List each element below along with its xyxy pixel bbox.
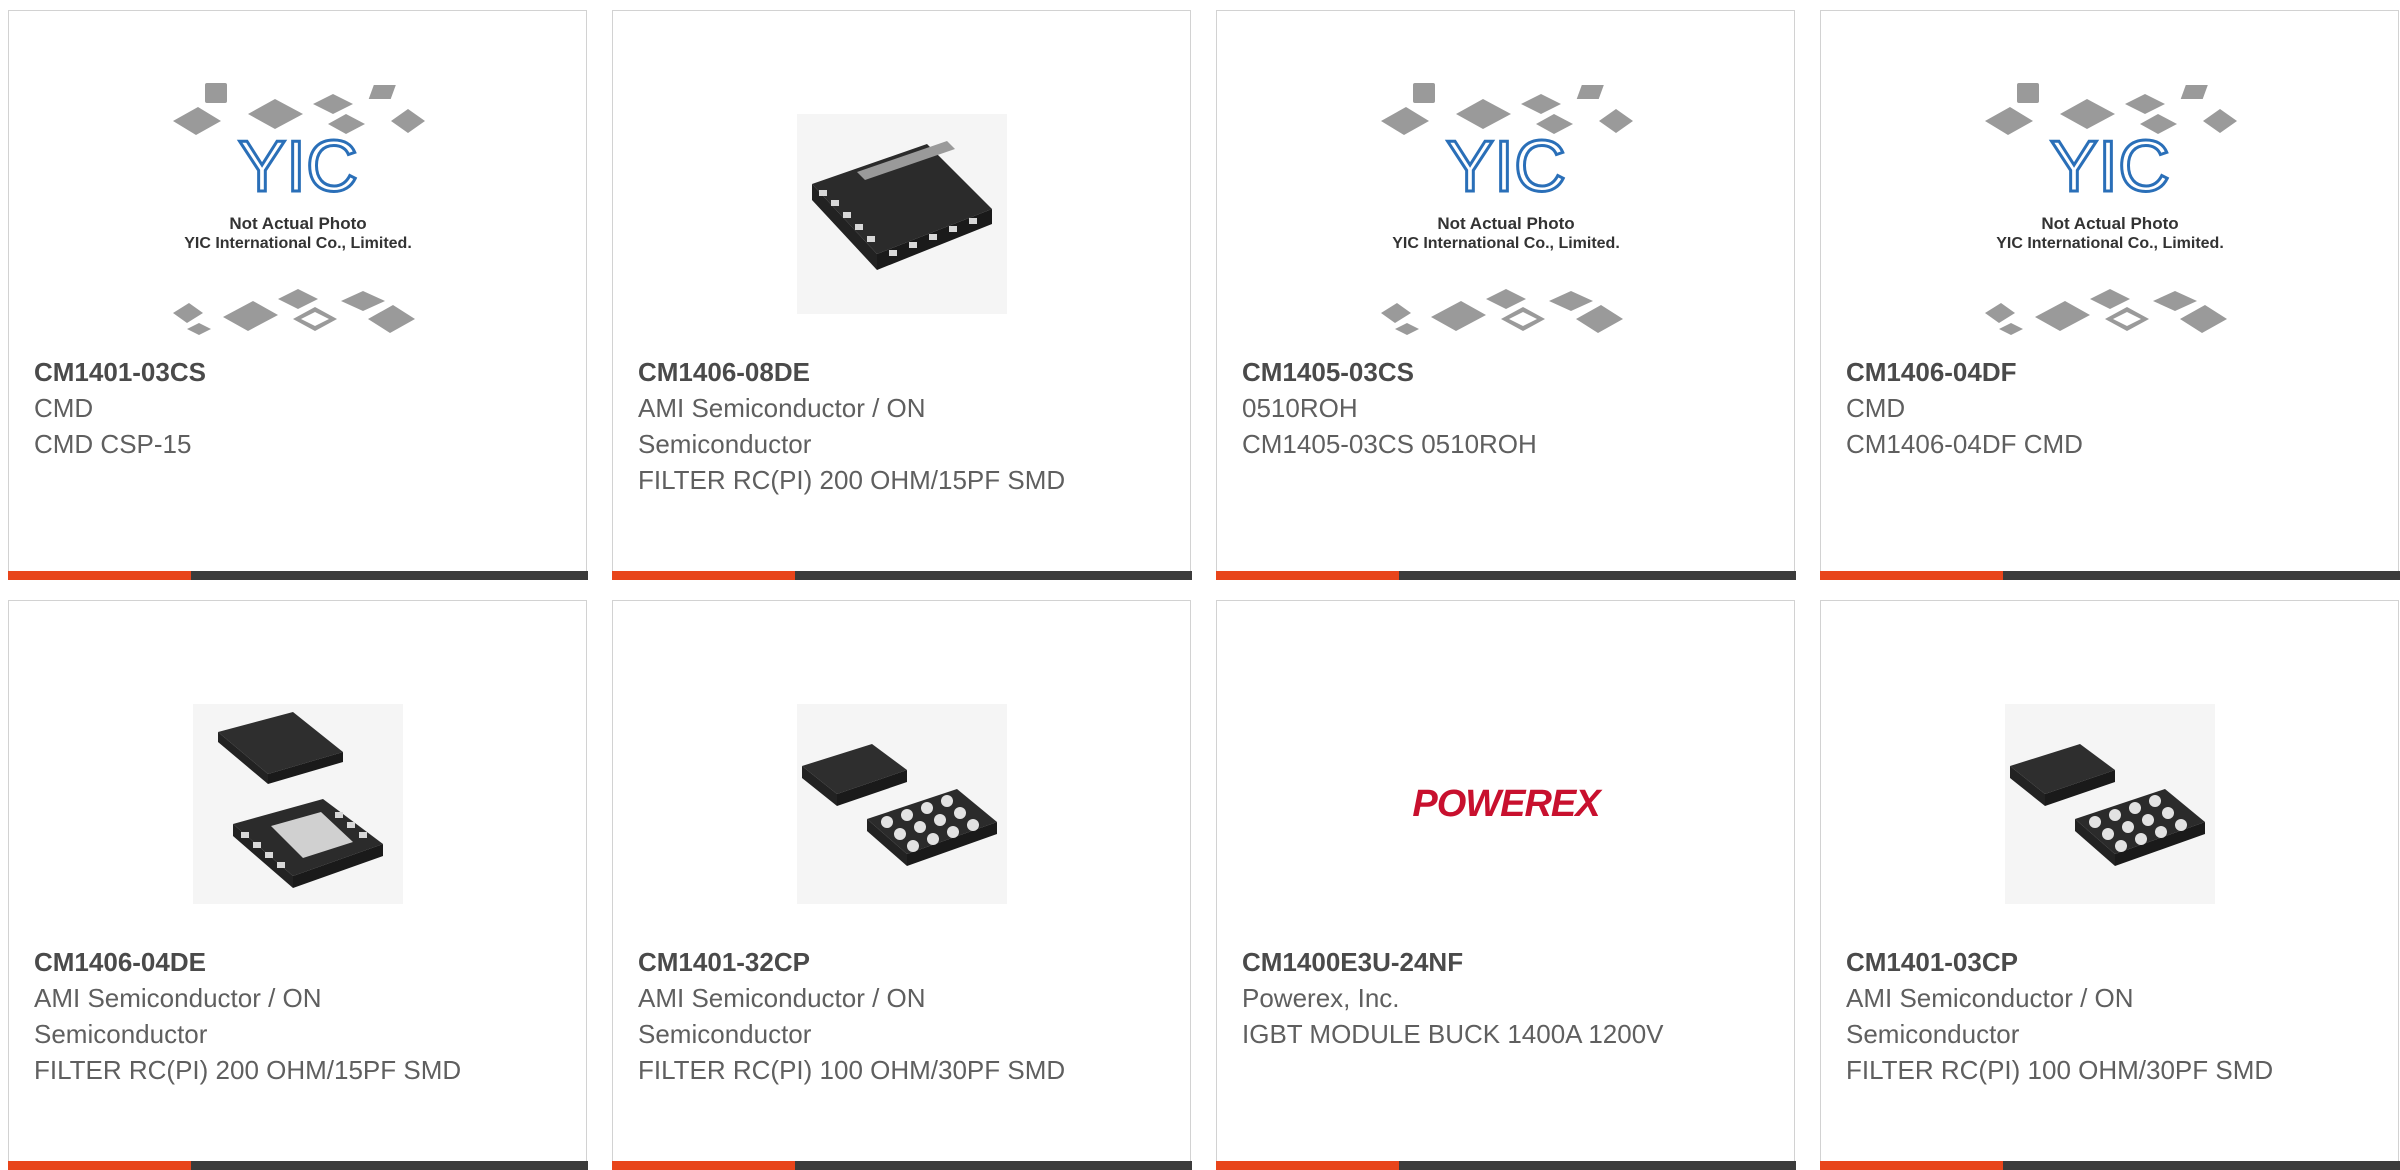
yic-logo-text: YIC [1445,127,1565,207]
description: CMD CSP-15 [34,429,192,459]
description: FILTER RC(PI) 200 OHM/15PF SMD [638,465,1066,495]
not-actual-photo-image[interactable]: YIC Not Actual Photo YIC International C… [9,79,586,349]
product-info: CM1401-03CS CMD CMD CSP-15 [34,354,474,462]
part-number-link[interactable]: CM1401-03CS [34,354,474,390]
description: FILTER RC(PI) 100 OHM/30PF SMD [638,1055,1066,1085]
card-accent-bar [1819,1161,2003,1170]
product-grid: YIC Not Actual Photo YIC International C… [7,10,2400,1170]
product-card[interactable]: CM1401-03CP AMI Semiconductor / ON Semic… [1819,600,2400,1170]
card-accent-bar [611,571,795,580]
card-accent-bar [1215,571,1399,580]
powerex-logo-image[interactable]: POWEREX [1217,669,1794,939]
svg-text:YIC International Co., Limited: YIC International Co., Limited. [184,235,412,252]
manufacturer: AMI Semiconductor / ON Semiconductor [34,983,322,1049]
manufacturer: Powerex, Inc. [1242,983,1400,1013]
card-accent-bar [1819,571,2003,580]
manufacturer: CMD [34,393,94,423]
not-actual-photo-image[interactable]: YIC Not Actual Photo YIC International C… [1217,79,1794,349]
manufacturer: AMI Semiconductor / ON Semiconductor [1846,983,2134,1049]
product-info: CM1406-04DE AMI Semiconductor / ON Semic… [34,944,474,1088]
card-accent-bar [7,571,191,580]
card-accent-bar [611,1161,795,1170]
card-bottom-bar [7,571,588,580]
product-info: CM1405-03CS 0510ROH CM1405-03CS 0510ROH [1242,354,1682,462]
manufacturer: 0510ROH [1242,393,1358,423]
manufacturer: AMI Semiconductor / ON Semiconductor [638,393,926,459]
product-info: CM1401-32CP AMI Semiconductor / ON Semic… [638,944,1078,1088]
yic-logo-text: YIC [237,127,357,207]
card-bottom-bar [1215,1161,1796,1170]
card-accent-bar [7,1161,191,1170]
description: IGBT MODULE BUCK 1400A 1200V [1242,1019,1664,1049]
product-info: CM1406-04DF CMD CM1406-04DF CMD [1846,354,2286,462]
card-bottom-bar [1819,1161,2400,1170]
part-number-link[interactable]: CM1406-04DE [34,944,474,980]
part-number-link[interactable]: CM1405-03CS [1242,354,1682,390]
svg-text:Not Actual Photo: Not Actual Photo [2041,214,2178,233]
description: CM1406-04DF CMD [1846,429,2083,459]
card-bottom-bar [7,1161,588,1170]
yic-logo-text: YIC [2049,127,2169,207]
description: CM1405-03CS 0510ROH [1242,429,1537,459]
part-number-link[interactable]: CM1406-04DF [1846,354,2286,390]
product-image[interactable] [9,669,586,939]
description: FILTER RC(PI) 200 OHM/15PF SMD [34,1055,462,1085]
part-number-link[interactable]: CM1406-08DE [638,354,1078,390]
product-card[interactable]: POWEREX CM1400E3U-24NF Powerex, Inc. IGB… [1215,600,1796,1170]
card-accent-bar [1215,1161,1399,1170]
not-actual-photo-image[interactable]: YIC Not Actual Photo YIC International C… [1821,79,2398,349]
part-number-link[interactable]: CM1401-03CP [1846,944,2286,980]
product-card[interactable]: YIC Not Actual Photo YIC International C… [7,10,588,580]
card-bottom-bar [1215,571,1796,580]
product-card[interactable]: CM1406-04DE AMI Semiconductor / ON Semic… [7,600,588,1170]
part-number-link[interactable]: CM1401-32CP [638,944,1078,980]
product-card[interactable]: CM1401-32CP AMI Semiconductor / ON Semic… [611,600,1192,1170]
card-bottom-bar [1819,571,2400,580]
part-number-link[interactable]: CM1400E3U-24NF [1242,944,1682,980]
product-card[interactable]: YIC Not Actual Photo YIC International C… [1215,10,1796,580]
product-card[interactable]: CM1406-08DE AMI Semiconductor / ON Semic… [611,10,1192,580]
svg-text:Not Actual Photo: Not Actual Photo [1437,214,1574,233]
product-image[interactable] [613,669,1190,939]
manufacturer: AMI Semiconductor / ON Semiconductor [638,983,926,1049]
card-bottom-bar [611,571,1192,580]
manufacturer: CMD [1846,393,1906,423]
card-bottom-bar [611,1161,1192,1170]
product-card[interactable]: YIC Not Actual Photo YIC International C… [1819,10,2400,580]
product-info: CM1401-03CP AMI Semiconductor / ON Semic… [1846,944,2286,1088]
svg-text:YIC International Co., Limited: YIC International Co., Limited. [1392,235,1620,252]
description: FILTER RC(PI) 100 OHM/30PF SMD [1846,1055,2274,1085]
product-image[interactable] [613,79,1190,349]
svg-text:Not Actual Photo: Not Actual Photo [229,214,366,233]
svg-text:YIC International Co., Limited: YIC International Co., Limited. [1996,235,2224,252]
powerex-logo-text: POWEREX [1412,783,1603,825]
product-info: CM1406-08DE AMI Semiconductor / ON Semic… [638,354,1078,498]
product-info: CM1400E3U-24NF Powerex, Inc. IGBT MODULE… [1242,944,1682,1052]
product-image[interactable] [1821,669,2398,939]
